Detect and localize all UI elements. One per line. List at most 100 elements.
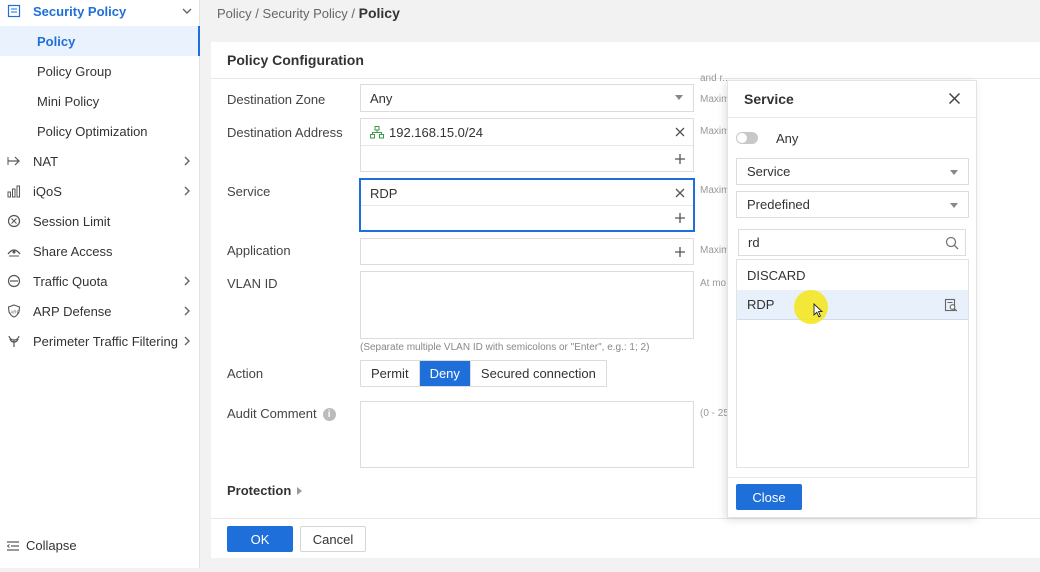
vlan-id-note: (Separate multiple VLAN ID with semicolo… (360, 342, 650, 353)
action-secured-connection-option[interactable]: Secured connection (471, 361, 606, 386)
arp-defense-icon: ARP (6, 303, 22, 319)
breadcrumb-separator: / (251, 6, 263, 21)
list-item-rdp[interactable]: RDP (737, 290, 968, 320)
vlan-id-textarea[interactable] (360, 271, 694, 339)
field-hint: Maxim (700, 94, 730, 105)
protection-section-toggle[interactable]: Protection (227, 483, 303, 498)
service-category-value: Predefined (747, 197, 810, 212)
info-icon[interactable]: i (322, 408, 336, 422)
bar-chart-icon (6, 183, 22, 199)
collapse-sidebar-button[interactable]: Collapse (6, 538, 77, 553)
service-results-list: DISCARD RDP (736, 259, 969, 468)
breadcrumb-item[interactable]: Security Policy (263, 6, 348, 21)
plus-icon[interactable] (674, 153, 686, 165)
breadcrumb-item[interactable]: Policy (217, 6, 252, 21)
caret-right-icon (297, 487, 303, 495)
popup-title: Service (744, 91, 794, 107)
sidebar-item-iqos[interactable]: iQoS (0, 176, 200, 206)
action-permit-option[interactable]: Permit (361, 361, 420, 386)
sidebar-item-label: Share Access (33, 243, 113, 259)
sidebar-item-nat[interactable]: NAT (0, 146, 200, 176)
search-icon[interactable] (945, 236, 959, 250)
sidebar-item-mini-policy[interactable]: Mini Policy (0, 86, 200, 116)
cancel-button[interactable]: Cancel (300, 526, 366, 552)
plus-icon[interactable] (674, 212, 686, 224)
field-hint: Maxim (700, 245, 730, 256)
dropdown-caret-icon (950, 170, 958, 175)
destination-address-value: 192.168.15.0/24 (389, 124, 483, 140)
add-row (361, 205, 693, 231)
network-object-icon (370, 125, 384, 138)
destination-zone-select[interactable]: Any (360, 84, 694, 112)
service-type-select[interactable]: Service (736, 158, 969, 185)
breadcrumb-separator: / (347, 6, 359, 21)
field-hint: and r... (700, 73, 731, 84)
sidebar-item-arp-defense[interactable]: ARP ARP Defense (0, 296, 200, 326)
sidebar-item-label: Traffic Quota (33, 273, 108, 289)
sidebar-item-session-limit[interactable]: Session Limit (0, 206, 200, 236)
protection-label: Protection (227, 483, 292, 498)
sidebar-item-policy[interactable]: Policy (0, 26, 200, 56)
close-icon[interactable] (948, 92, 961, 105)
sidebar-item-share-access[interactable]: Share Access (0, 236, 200, 266)
details-icon[interactable] (944, 298, 958, 312)
traffic-quota-icon (6, 273, 22, 289)
add-row (361, 145, 693, 171)
service-type-value: Service (747, 164, 791, 179)
destination-address-field[interactable]: 192.168.15.0/24 (360, 118, 694, 172)
sidebar-item-label: Session Limit (33, 213, 111, 229)
service-search-input[interactable]: rd (738, 229, 966, 256)
close-icon[interactable] (674, 126, 686, 138)
chevron-right-icon (184, 156, 190, 166)
service-category-select[interactable]: Predefined (736, 191, 969, 218)
svg-text:ARP: ARP (10, 310, 19, 315)
sidebar-item-traffic-quota[interactable]: Traffic Quota (0, 266, 200, 296)
list-item-discard[interactable]: DISCARD (737, 260, 968, 290)
panel-title: Policy Configuration (227, 52, 364, 68)
application-label: Application (227, 243, 291, 258)
sidebar-item-label: Perimeter Traffic Filtering (33, 333, 178, 349)
address-entry: 192.168.15.0/24 (361, 119, 693, 145)
search-value: rd (748, 235, 760, 250)
nat-arrow-icon (6, 153, 22, 169)
dropdown-caret-icon (950, 203, 958, 208)
dropdown-caret-icon (675, 95, 683, 100)
plus-icon[interactable] (674, 246, 686, 258)
action-label: Action (227, 366, 264, 381)
divider (728, 477, 976, 478)
sidebar-item-label: Security Policy (33, 3, 127, 19)
sidebar-item-label: ARP Defense (33, 303, 112, 319)
share-access-icon (6, 243, 22, 259)
collapse-label: Collapse (26, 538, 77, 553)
audit-comment-label: Audit Comment i (227, 406, 336, 422)
ok-button[interactable]: OK (227, 526, 293, 552)
sidebar-item-label: iQoS (33, 183, 62, 199)
application-field[interactable] (360, 238, 694, 265)
sidebar-item-perimeter-traffic-filtering[interactable]: Perimeter Traffic Filtering (0, 326, 200, 356)
field-hint: (0 - 25 (700, 408, 729, 419)
action-deny-option[interactable]: Deny (419, 361, 471, 386)
service-label: Service (227, 184, 271, 199)
destination-zone-value: Any (370, 90, 393, 106)
close-button[interactable]: Close (736, 484, 802, 510)
close-icon[interactable] (674, 187, 686, 199)
sidebar-item-label: Mini Policy (37, 93, 100, 109)
service-field[interactable]: RDP (360, 179, 694, 231)
action-segmented-control: Permit Deny Secured connection (360, 360, 607, 387)
sidebar-item-label: Policy (37, 33, 76, 49)
field-hint: Maxim (700, 126, 730, 137)
destination-address-label: Destination Address (227, 125, 343, 140)
sidebar-item-security-policy[interactable]: Security Policy (0, 0, 200, 26)
field-hint: At mo (700, 278, 727, 289)
chevron-down-icon (182, 8, 192, 14)
audit-comment-textarea[interactable] (360, 401, 694, 468)
any-toggle[interactable] (736, 132, 758, 144)
destination-zone-label: Destination Zone (227, 92, 326, 107)
sidebar-item-policy-optimization[interactable]: Policy Optimization (0, 116, 200, 146)
any-toggle-label: Any (776, 131, 799, 146)
collapse-icon (6, 540, 19, 551)
divider (211, 78, 1040, 79)
sidebar-item-policy-group[interactable]: Policy Group (0, 56, 200, 86)
session-limit-icon (6, 213, 22, 229)
vlan-id-label: VLAN ID (227, 276, 278, 291)
